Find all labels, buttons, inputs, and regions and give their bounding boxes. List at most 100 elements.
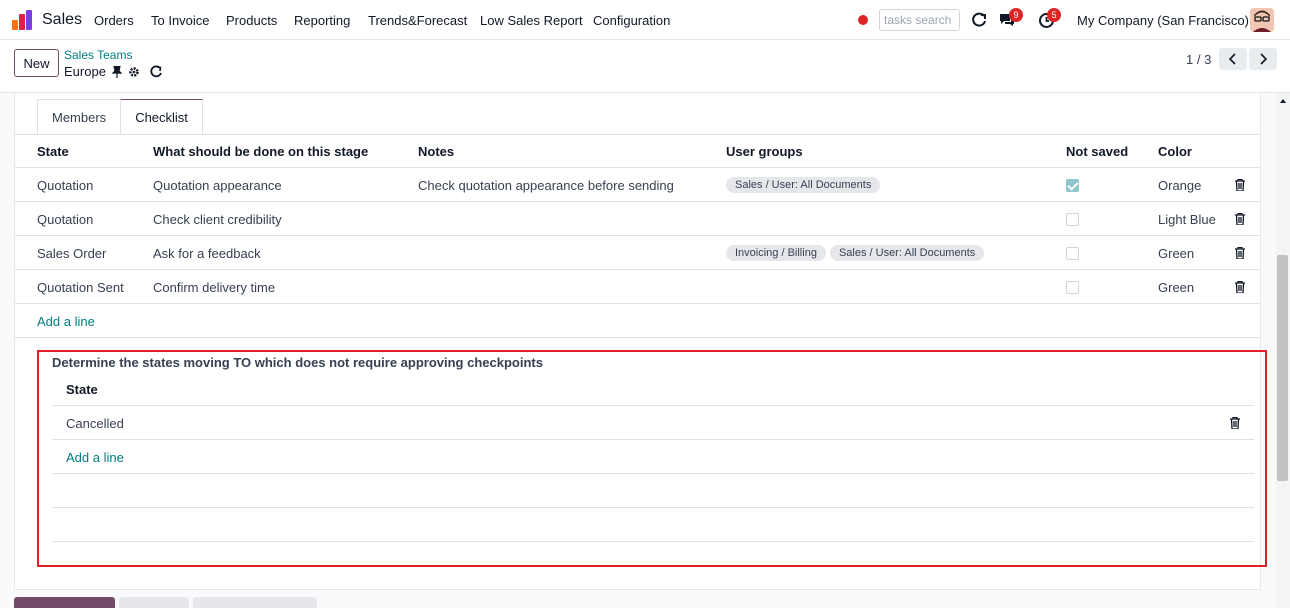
not-saved-checkbox[interactable]	[1066, 246, 1079, 260]
pager-value[interactable]: 1 / 3	[1186, 52, 1211, 67]
menu-configuration[interactable]: Configuration	[593, 13, 670, 28]
column-user-groups[interactable]: User groups	[726, 134, 803, 168]
chatter-activities-button[interactable]	[193, 597, 317, 608]
user-group-tag[interactable]: Sales / User: All Documents	[726, 177, 881, 193]
row-user-groups: Sales / User: All Documents	[726, 168, 884, 202]
add-line-row: Add a line	[52, 440, 1254, 474]
delete-row-button[interactable]	[1235, 270, 1245, 304]
recording-indicator-icon[interactable]	[858, 15, 868, 25]
pin-icon[interactable]	[111, 66, 123, 78]
row-color: Orange	[1158, 177, 1202, 193]
row-color: Green	[1158, 279, 1195, 295]
column-color[interactable]: Color	[1158, 134, 1192, 168]
row-state: Quotation Sent	[37, 279, 124, 295]
company-switcher[interactable]: My Company (San Francisco)	[1077, 13, 1249, 28]
chevron-right-icon	[1260, 53, 1267, 65]
table-row[interactable]: Quotation Quotation appearance Check quo…	[15, 168, 1260, 202]
menu-products[interactable]: Products	[226, 13, 277, 28]
column-notes[interactable]: Notes	[418, 134, 454, 168]
table-row[interactable]: Quotation Check client credibility Light…	[15, 202, 1260, 236]
not-saved-checkbox[interactable]	[1066, 280, 1079, 294]
checklist-header: State What should be done on this stage …	[15, 134, 1260, 168]
pager-previous-button[interactable]	[1219, 48, 1247, 70]
refresh-icon[interactable]	[969, 10, 989, 30]
delete-row-button[interactable]	[1230, 406, 1240, 440]
form-sheet: Members Checklist State What should be d…	[14, 93, 1267, 590]
not-saved-checkbox[interactable]	[1066, 212, 1079, 226]
scroll-up-arrow-icon	[1280, 99, 1286, 103]
no-approval-states-section: Determine the states moving TO which doe…	[37, 350, 1267, 567]
not-saved-checkbox[interactable]	[1066, 178, 1079, 192]
row-user-groups: Invoicing / Billing Sales / User: All Do…	[726, 236, 988, 270]
notebook-tabs: Members Checklist	[37, 99, 203, 134]
add-line-row: Add a line	[15, 304, 1260, 338]
top-navbar: Sales Orders To Invoice Products Reporti…	[0, 0, 1290, 40]
activities-badge: 5	[1047, 8, 1061, 22]
row-not-saved	[1066, 270, 1079, 304]
row-task: Confirm delivery time	[153, 279, 276, 295]
trash-icon	[1235, 179, 1245, 191]
empty-row	[52, 508, 1254, 542]
new-button[interactable]: New	[14, 49, 59, 77]
row-color: Light Blue	[1158, 211, 1216, 227]
row-task: Ask for a feedback	[153, 245, 261, 261]
delete-row-button[interactable]	[1235, 168, 1245, 202]
breadcrumb-current: Europe	[64, 64, 106, 79]
user-group-tag[interactable]: Invoicing / Billing	[726, 245, 826, 261]
row-state: Quotation	[37, 177, 94, 193]
states-header: State	[52, 372, 1254, 406]
row-not-saved	[1066, 168, 1079, 202]
tab-checklist[interactable]: Checklist	[120, 99, 203, 134]
form-view: Members Checklist State What should be d…	[0, 93, 1290, 608]
tab-members[interactable]: Members	[37, 99, 122, 134]
add-line-link[interactable]: Add a line	[66, 440, 124, 474]
trash-icon	[1230, 417, 1240, 429]
row-task: Check client credibility	[153, 211, 282, 227]
breadcrumb-sales-teams[interactable]: Sales Teams	[64, 48, 132, 62]
app-name[interactable]: Sales	[42, 11, 82, 29]
user-avatar[interactable]	[1250, 8, 1274, 32]
menu-to-invoice[interactable]: To Invoice	[151, 13, 210, 28]
table-row[interactable]: Sales Order Ask for a feedback Invoicing…	[15, 236, 1260, 270]
empty-row	[52, 474, 1254, 508]
add-line-link[interactable]: Add a line	[37, 304, 95, 338]
row-not-saved	[1066, 236, 1079, 270]
table-row[interactable]: Cancelled	[52, 406, 1254, 440]
control-panel: New Sales Teams Europe 1 / 3	[0, 40, 1290, 93]
trash-icon	[1235, 247, 1245, 259]
user-group-tag[interactable]: Sales / User: All Documents	[829, 245, 985, 261]
row-state: Quotation	[37, 211, 94, 227]
table-row[interactable]: Quotation Sent Confirm delivery time Gre…	[15, 270, 1260, 304]
menu-trends-forecast[interactable]: Trends&Forecast	[368, 13, 467, 28]
column-state[interactable]: State	[37, 134, 69, 168]
record-name: Europe	[64, 64, 106, 79]
messages-badge: 9	[1009, 8, 1023, 22]
tasks-search-input[interactable]	[879, 9, 960, 31]
row-state: Sales Order	[37, 245, 107, 261]
column-task[interactable]: What should be done on this stage	[153, 134, 368, 168]
menu-reporting[interactable]: Reporting	[294, 13, 350, 28]
discard-refresh-icon[interactable]	[148, 64, 163, 79]
row-notes: Check quotation appearance before sendin…	[418, 177, 674, 193]
sales-app-icon[interactable]	[12, 10, 34, 30]
row-state: Cancelled	[66, 415, 124, 431]
row-color: Green	[1158, 245, 1195, 261]
trash-icon	[1235, 281, 1245, 293]
scrollbar-thumb[interactable]	[1277, 255, 1288, 481]
gear-icon[interactable]	[127, 65, 140, 78]
row-task: Quotation appearance	[153, 177, 282, 193]
chatter-log-note-button[interactable]	[119, 597, 189, 608]
pager-next-button[interactable]	[1249, 48, 1277, 70]
column-not-saved[interactable]: Not saved	[1066, 134, 1128, 168]
menu-low-sales-report[interactable]: Low Sales Report	[480, 13, 583, 28]
chevron-left-icon	[1229, 53, 1236, 65]
column-state[interactable]: State	[66, 372, 98, 406]
chatter-send-message-button[interactable]	[14, 597, 115, 608]
menu-orders[interactable]: Orders	[94, 13, 134, 28]
delete-row-button[interactable]	[1235, 236, 1245, 270]
scrollbar[interactable]	[1276, 93, 1290, 608]
row-not-saved	[1066, 202, 1079, 236]
delete-row-button[interactable]	[1235, 202, 1245, 236]
section-title: Determine the states moving TO which doe…	[52, 355, 543, 370]
trash-icon	[1235, 213, 1245, 225]
